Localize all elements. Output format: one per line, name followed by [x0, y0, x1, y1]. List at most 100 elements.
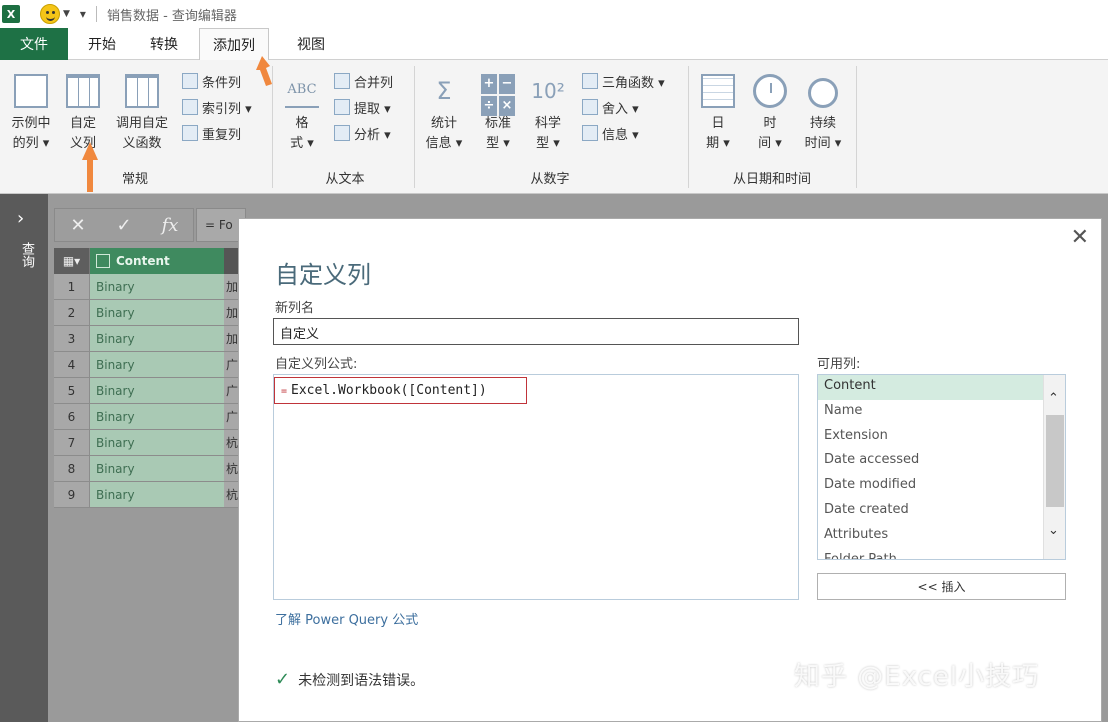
extract-button[interactable]: 提取 ▾ — [334, 96, 391, 118]
list-scrollbar[interactable]: ⌃ ⌄ — [1043, 375, 1065, 559]
list-item[interactable]: Attributes — [818, 524, 1065, 549]
cancel-icon[interactable]: ✕ — [55, 215, 101, 236]
cell-content[interactable]: Binary — [90, 378, 224, 403]
scroll-down-icon[interactable]: ⌄ — [1048, 523, 1059, 538]
trigonometry-button[interactable]: 三角函数 ▾ — [582, 70, 665, 92]
cell-next[interactable]: 杭 — [224, 482, 238, 507]
scroll-up-icon[interactable]: ⌃ — [1048, 391, 1059, 406]
cell-content[interactable]: Binary — [90, 300, 224, 325]
scientific-label-2: 型 ▾ — [536, 136, 560, 151]
expand-chevron-icon[interactable]: › — [17, 208, 24, 229]
ribbon-tabs: 文件 开始 转换 添加列 视图 — [0, 28, 1108, 61]
stopwatch-icon — [808, 78, 838, 108]
standard-button[interactable]: + − ÷ × 标准 型 ▾ — [476, 74, 520, 154]
group-label-from-text: 从文本 — [325, 172, 365, 187]
date-label-2: 期 ▾ — [706, 136, 730, 151]
index-column-button[interactable]: 索引列 ▾ — [182, 96, 252, 118]
format-label: 格 — [295, 116, 309, 131]
divider — [95, 6, 97, 22]
table-row: 1 Binary 加 — [54, 274, 238, 300]
column-header-content[interactable]: Content — [90, 248, 224, 274]
cell-next[interactable]: 加 — [224, 300, 238, 325]
tab-add-column[interactable]: 添加列 — [199, 28, 269, 61]
conditional-column-label: 条件列 — [202, 75, 242, 91]
clock-icon — [753, 74, 787, 108]
group-label-general: 常规 — [121, 172, 148, 187]
table-menu-icon[interactable]: ▦▾ — [54, 248, 90, 274]
divider — [272, 66, 273, 188]
column-from-examples-button[interactable]: 示例中 的列 ▾ — [4, 74, 58, 154]
parse-button[interactable]: 分析 ▾ — [334, 122, 391, 144]
merge-columns-button[interactable]: 合并列 — [334, 70, 393, 92]
format-label-2: 式 ▾ — [290, 136, 314, 151]
cell-next[interactable]: 杭 — [224, 456, 238, 481]
tab-home[interactable]: 开始 — [78, 28, 126, 60]
dialog-title: 自定义列 — [275, 261, 371, 289]
duration-label-2: 时间 ▾ — [804, 136, 842, 151]
scientific-label: 科学 — [534, 116, 561, 131]
fx-icon[interactable]: fx — [147, 215, 193, 236]
statistics-button[interactable]: Σ 统计 信息 ▾ — [422, 74, 466, 154]
learn-power-query-link[interactable]: 了解 Power Query 公式 — [275, 609, 418, 628]
duplicate-column-button[interactable]: 重复列 — [182, 122, 241, 144]
formula-editor[interactable]: = Excel.Workbook([Content]) — [273, 374, 799, 600]
cell-content[interactable]: Binary — [90, 352, 224, 377]
cell-next[interactable]: 广 — [224, 404, 238, 429]
duplicate-column-icon — [182, 125, 198, 141]
list-item[interactable]: Content — [818, 375, 1065, 400]
cell-next[interactable]: 加 — [224, 326, 238, 351]
trigonometry-label: 三角函数 ▾ — [602, 75, 665, 91]
smiley-dropdown-icon[interactable]: ▼ — [63, 9, 70, 19]
statistics-label-2: 信息 ▾ — [425, 136, 463, 151]
list-item[interactable]: Date accessed — [818, 449, 1065, 474]
tab-file[interactable]: 文件 — [0, 28, 68, 60]
cell-content[interactable]: Binary — [90, 482, 224, 507]
cell-content[interactable]: Binary — [90, 404, 224, 429]
rounding-button[interactable]: 舍入 ▾ — [582, 96, 639, 118]
cell-content[interactable]: Binary — [90, 456, 224, 481]
format-button[interactable]: ABC 格 式 ▾ — [282, 74, 322, 154]
table-row: 2 Binary 加 — [54, 300, 238, 326]
scientific-icon: 10² — [531, 79, 565, 103]
tab-view[interactable]: 视图 — [287, 28, 335, 60]
custom-column-button[interactable]: 自定 义列 — [62, 74, 104, 154]
information-icon — [582, 125, 598, 141]
insert-button[interactable]: << 插入 — [817, 573, 1066, 600]
duration-button[interactable]: 持续 时间 ▾ — [800, 74, 846, 154]
format-icon: ABC — [285, 74, 319, 108]
time-label-2: 间 ▾ — [758, 136, 782, 151]
cell-content[interactable]: Binary — [90, 430, 224, 455]
custom-column-label-2: 义列 — [69, 136, 96, 151]
date-label: 日 — [711, 116, 725, 131]
invoke-custom-function-button[interactable]: 调用自定 义函数 — [108, 74, 176, 154]
information-button[interactable]: 信息 ▾ — [582, 122, 639, 144]
confirm-icon[interactable]: ✓ — [101, 215, 147, 236]
cell-next[interactable]: 加 — [224, 274, 238, 299]
cell-next[interactable]: 广 — [224, 378, 238, 403]
formula-text: Excel.Workbook([Content]) — [291, 383, 487, 398]
table-row: 9 Binary 杭 — [54, 482, 238, 508]
scroll-thumb[interactable] — [1046, 415, 1064, 507]
cell-content[interactable]: Binary — [90, 274, 224, 299]
list-item[interactable]: Name — [818, 400, 1065, 425]
cell-next[interactable]: 杭 — [224, 430, 238, 455]
conditional-column-button[interactable]: 条件列 — [182, 70, 241, 92]
list-item[interactable]: Folder Path — [818, 549, 1065, 559]
list-item[interactable]: Extension — [818, 425, 1065, 450]
binary-type-icon[interactable] — [96, 254, 110, 268]
merge-columns-label: 合并列 — [354, 75, 394, 91]
quick-access-customize-icon[interactable]: ▾ — [80, 7, 86, 21]
new-column-name-input[interactable]: 自定义 — [273, 318, 799, 345]
list-item[interactable]: Date modified — [818, 474, 1065, 499]
cell-next[interactable]: 广 — [224, 352, 238, 377]
list-item[interactable]: Date created — [818, 499, 1065, 524]
time-button[interactable]: 时 间 ▾ — [750, 74, 790, 154]
scientific-button[interactable]: 10² 科学 型 ▾ — [526, 74, 570, 154]
smiley-icon[interactable] — [40, 4, 60, 24]
date-button[interactable]: 日 期 ▾ — [698, 74, 738, 154]
tab-transform[interactable]: 转换 — [140, 28, 188, 60]
close-icon[interactable]: ✕ — [1071, 225, 1089, 250]
cell-content[interactable]: Binary — [90, 326, 224, 351]
column-header-next[interactable] — [224, 248, 238, 274]
formula-bar-buttons: ✕ ✓ fx — [54, 208, 194, 242]
